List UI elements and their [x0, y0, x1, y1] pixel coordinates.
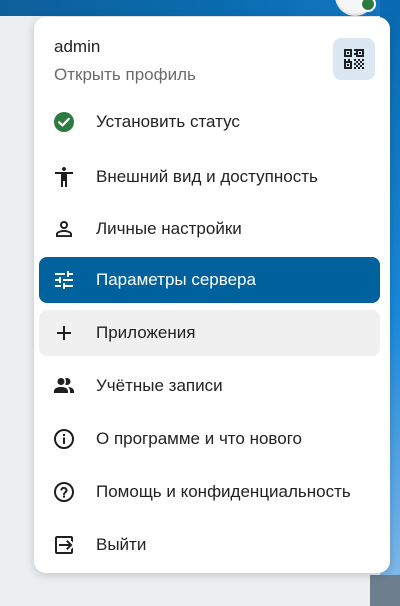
- menu-item-accounts[interactable]: Учётные записи: [39, 363, 380, 409]
- page-background-lower: [370, 575, 400, 606]
- help-icon: [52, 480, 76, 504]
- logout-icon: [52, 533, 76, 557]
- menu-item-server-settings[interactable]: Параметры сервера: [39, 257, 380, 303]
- menu-item-set-status[interactable]: Установить статус: [39, 99, 380, 145]
- menu-item-label: Учётные записи: [96, 376, 223, 395]
- menu-item-apps[interactable]: Приложения: [39, 310, 380, 356]
- menu-item-label: О программе и что нового: [96, 429, 302, 448]
- user-menu: admin Открыть профиль Установить статус …: [34, 17, 390, 573]
- status-check-icon: [52, 110, 76, 134]
- menu-item-appearance[interactable]: Внешний вид и доступность: [39, 154, 380, 200]
- menu-item-personal-settings[interactable]: Личные настройки: [39, 206, 380, 252]
- menu-item-about[interactable]: О программе и что нового: [39, 416, 380, 462]
- plus-icon: [52, 321, 76, 345]
- qr-code-button[interactable]: [333, 38, 375, 80]
- menu-item-label: Личные настройки: [96, 219, 242, 238]
- accessibility-icon: [52, 165, 76, 189]
- info-icon: [52, 427, 76, 451]
- menu-item-label: Параметры сервера: [96, 270, 256, 289]
- menu-item-logout[interactable]: Выйти: [39, 522, 380, 568]
- menu-item-label: Приложения: [96, 323, 196, 342]
- open-profile-link[interactable]: Открыть профиль: [54, 65, 196, 85]
- menu-item-label: Помощь и конфиденциальность: [96, 482, 351, 501]
- menu-item-label: Установить статус: [96, 112, 240, 131]
- profile-username: admin: [54, 37, 101, 56]
- tune-icon: [52, 268, 76, 292]
- qr-code-icon: [342, 47, 366, 71]
- account-icon: [52, 217, 76, 241]
- menu-item-label: Внешний вид и доступность: [96, 167, 318, 186]
- account-group-icon: [52, 374, 76, 398]
- menu-item-label: Выйти: [96, 535, 147, 554]
- menu-item-help[interactable]: Помощь и конфиденциальность: [39, 469, 380, 515]
